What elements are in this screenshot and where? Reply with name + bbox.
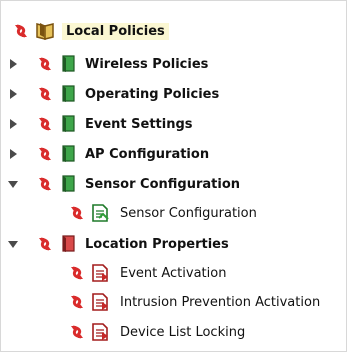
expand-arrow-right-icon[interactable] [7, 148, 19, 160]
tree-leaf-intrusion-prevention-activation[interactable]: Intrusion Prevention Activation [67, 290, 320, 314]
tree-leaf-event-activation[interactable]: Event Activation [67, 261, 226, 285]
green-document-icon [90, 203, 110, 223]
sync-arrows-icon [35, 174, 55, 194]
sync-arrows-icon [35, 234, 55, 254]
green-book-icon [59, 114, 77, 134]
sync-arrows-icon [67, 322, 87, 342]
tree-node-ap-configuration[interactable]: AP Configuration [7, 142, 209, 166]
tree-node-local-policies[interactable]: Local Policies [11, 19, 169, 43]
tree-node-label: Location Properties [85, 236, 229, 252]
sync-arrows-icon [67, 263, 87, 283]
sync-arrows-icon [11, 21, 31, 41]
red-book-icon [59, 234, 77, 254]
green-book-icon [59, 174, 77, 194]
tree-node-event-settings[interactable]: Event Settings [7, 112, 193, 136]
tree-leaf-device-list-locking[interactable]: Device List Locking [67, 320, 245, 344]
policy-tree: Local Policies Wireless Policies Operati… [0, 0, 347, 352]
sync-arrows-icon [67, 292, 87, 312]
collapse-arrow-down-icon[interactable] [7, 178, 19, 190]
tree-node-label: Wireless Policies [85, 56, 209, 72]
tree-node-location-properties[interactable]: Location Properties [7, 232, 229, 256]
tree-leaf-label: Device List Locking [120, 324, 246, 340]
tree-node-label: Event Settings [85, 116, 193, 132]
tree-leaf-label: Intrusion Prevention Activation [120, 294, 321, 310]
collapse-arrow-down-icon[interactable] [7, 238, 19, 250]
sync-arrows-icon [35, 54, 55, 74]
tree-node-wireless-policies[interactable]: Wireless Policies [7, 52, 208, 76]
tree-leaf-label: Event Activation [120, 265, 227, 281]
expand-arrow-right-icon[interactable] [7, 88, 19, 100]
green-book-icon [59, 84, 77, 104]
expand-arrow-right-icon[interactable] [7, 118, 19, 130]
tree-node-label: Sensor Configuration [85, 176, 241, 192]
tree-node-label: Operating Policies [85, 86, 220, 102]
tree-node-sensor-configuration[interactable]: Sensor Configuration [7, 172, 240, 196]
tree-node-label: AP Configuration [85, 146, 210, 162]
green-book-icon [59, 144, 77, 164]
sync-arrows-icon [35, 114, 55, 134]
tree-node-label: Local Policies [62, 22, 169, 40]
sync-arrows-icon [67, 203, 87, 223]
green-book-icon [59, 54, 77, 74]
red-document-icon [90, 322, 110, 342]
sync-arrows-icon [35, 144, 55, 164]
tree-node-operating-policies[interactable]: Operating Policies [7, 82, 219, 106]
red-document-icon [90, 292, 110, 312]
tree-leaf-sensor-configuration[interactable]: Sensor Configuration [67, 201, 257, 225]
sync-arrows-icon [35, 84, 55, 104]
expand-arrow-right-icon[interactable] [7, 58, 19, 70]
book-icon [34, 21, 56, 41]
red-document-icon [90, 263, 110, 283]
tree-leaf-label: Sensor Configuration [120, 205, 257, 221]
